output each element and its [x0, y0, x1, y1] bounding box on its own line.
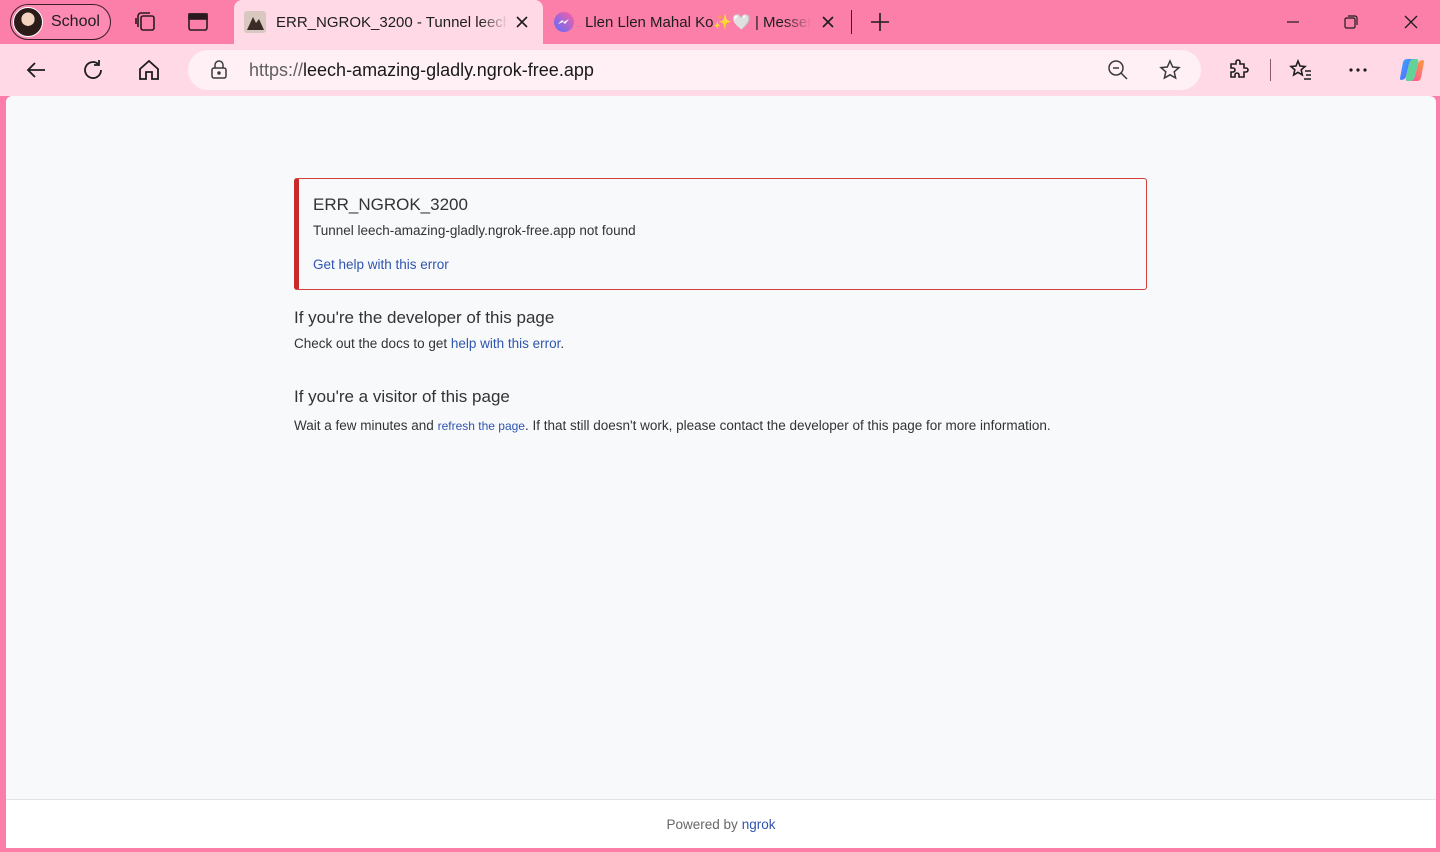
copilot-icon[interactable]	[1397, 55, 1427, 85]
error-help-link[interactable]: Get help with this error	[313, 257, 449, 272]
browser-toolbar: https://leech-amazing-gladly.ngrok-free.…	[0, 44, 1440, 96]
tab-separator	[851, 10, 852, 34]
back-icon[interactable]	[21, 55, 51, 85]
tab-favicon-icon	[244, 11, 266, 33]
developer-section-text: Check out the docs to get help with this…	[294, 336, 564, 351]
error-panel: ERR_NGROK_3200 Tunnel leech-amazing-glad…	[294, 178, 1147, 290]
tab-close-icon[interactable]	[819, 13, 837, 31]
profile-button[interactable]: School	[10, 4, 111, 40]
restore-icon[interactable]	[1337, 8, 1365, 36]
messenger-icon	[554, 12, 574, 32]
workspaces-icon[interactable]	[131, 8, 159, 36]
ngrok-link[interactable]: ngrok	[742, 817, 776, 832]
close-window-icon[interactable]	[1397, 8, 1425, 36]
error-code: ERR_NGROK_3200	[313, 195, 468, 214]
url-host: leech-amazing-gladly.ngrok-free.app	[303, 60, 594, 80]
visitor-text-before: Wait a few minutes and	[294, 418, 438, 433]
more-options-icon[interactable]	[1343, 55, 1373, 85]
page-footer: Powered by ngrok	[6, 799, 1436, 848]
new-tab-icon[interactable]	[866, 8, 894, 36]
favorite-star-icon[interactable]	[1158, 58, 1182, 82]
zoom-out-icon[interactable]	[1106, 58, 1130, 82]
home-icon[interactable]	[134, 55, 164, 85]
favorites-icon[interactable]	[1286, 55, 1316, 85]
tab-messenger[interactable]: Llen Llen Mahal Ko✨🤍 | Messenger	[543, 0, 849, 44]
profile-label: School	[51, 13, 100, 30]
page-viewport: ERR_NGROK_3200 Tunnel leech-amazing-glad…	[6, 96, 1436, 848]
visitor-section-text: Wait a few minutes and refresh the page.…	[294, 418, 1051, 433]
developer-section-title: If you're the developer of this page	[294, 308, 555, 327]
tab-title: ERR_NGROK_3200 - Tunnel leech-amazing-gl…	[276, 13, 508, 31]
tab-ngrok-error[interactable]: ERR_NGROK_3200 - Tunnel leech-amazing-gl…	[234, 0, 543, 44]
tab-title: Llen Llen Mahal Ko✨🤍 | Messenger	[585, 14, 811, 31]
toolbar-separator	[1270, 59, 1271, 81]
avatar	[13, 7, 43, 37]
minimize-icon[interactable]	[1279, 8, 1307, 36]
developer-text-after: .	[560, 336, 565, 351]
developer-help-link[interactable]: help with this error	[451, 336, 561, 351]
extensions-icon[interactable]	[1224, 55, 1254, 85]
refresh-page-link[interactable]: refresh the page	[438, 419, 525, 433]
visitor-section-title: If you're a visitor of this page	[294, 387, 510, 406]
refresh-icon[interactable]	[78, 55, 108, 85]
error-message: Tunnel leech-amazing-gladly.ngrok-free.a…	[313, 223, 636, 238]
visitor-text-after: . If that still doesn't work, please con…	[524, 418, 1051, 433]
lock-icon[interactable]	[208, 59, 230, 81]
tab-strip: School ERR_NGROK_3200 - Tunnel leech-ama…	[0, 0, 1440, 44]
address-bar[interactable]: https://leech-amazing-gladly.ngrok-free.…	[188, 50, 1201, 90]
footer-text: Powered by	[666, 816, 738, 832]
url-text[interactable]: https://leech-amazing-gladly.ngrok-free.…	[249, 60, 594, 81]
vertical-tabs-icon[interactable]	[184, 8, 212, 36]
developer-text-before: Check out the docs to get	[294, 336, 451, 351]
url-scheme: https://	[249, 60, 304, 80]
tab-close-icon[interactable]	[513, 13, 531, 31]
